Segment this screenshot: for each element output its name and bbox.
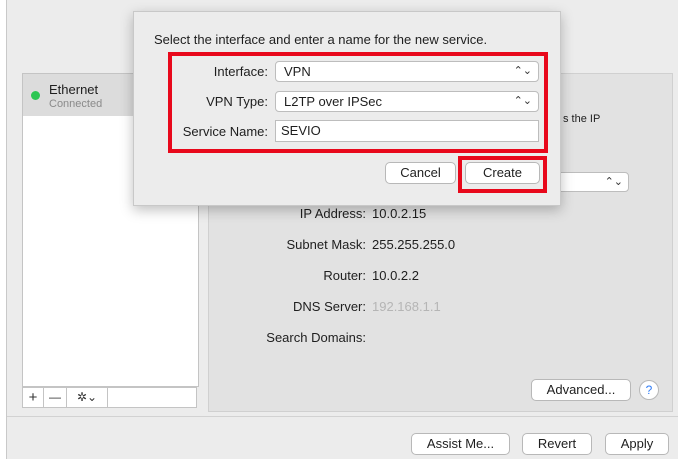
revert-button[interactable]: Revert xyxy=(522,433,592,455)
ip-address-label: IP Address: xyxy=(299,206,366,221)
cancel-button[interactable]: Cancel xyxy=(385,162,456,184)
apply-button[interactable]: Apply xyxy=(605,433,669,455)
router-value: 10.0.2.2 xyxy=(372,268,419,283)
highlight-box-fields xyxy=(168,52,548,153)
help-icon[interactable]: ? xyxy=(639,380,659,400)
gear-icon[interactable]: ✲⌄ xyxy=(67,388,108,407)
dns-server-label: DNS Server: xyxy=(293,299,366,314)
status-dot-icon xyxy=(31,91,40,100)
dialog-title: Select the interface and enter a name fo… xyxy=(154,32,488,47)
router-label: Router: xyxy=(323,268,366,283)
service-name: Ethernet xyxy=(49,82,99,97)
updown-chevron-icon: ⌃⌄ xyxy=(604,176,623,188)
search-domains-label: Search Domains: xyxy=(266,330,366,345)
assist-me-button[interactable]: Assist Me... xyxy=(411,433,510,455)
divider xyxy=(7,416,678,417)
subnet-mask-label: Subnet Mask: xyxy=(286,237,367,252)
remove-service-button[interactable]: — xyxy=(44,388,67,407)
ip-address-value: 10.0.2.15 xyxy=(372,206,427,221)
service-status: Connected xyxy=(49,98,103,110)
partial-description: s the IP xyxy=(563,113,601,125)
highlight-box-create xyxy=(458,156,547,193)
list-toolbar: + — ✲⌄ xyxy=(22,387,197,408)
add-service-button[interactable]: + xyxy=(23,388,44,407)
advanced-button[interactable]: Advanced... xyxy=(531,379,631,401)
subnet-mask-value: 255.255.255.0 xyxy=(372,237,456,252)
dns-server-value: 192.168.1.1 xyxy=(372,299,441,314)
